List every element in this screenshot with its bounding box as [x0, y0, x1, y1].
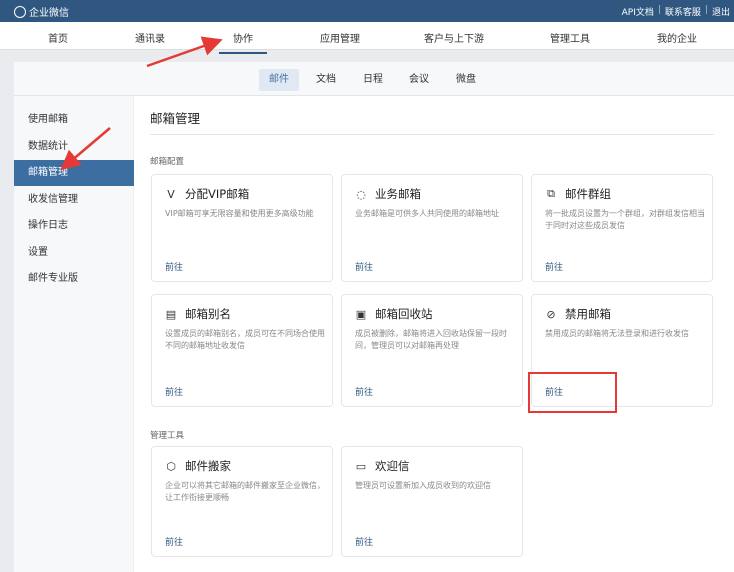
card-description: 禁用成员的邮箱将无法登录和进行收发信 — [545, 329, 689, 338]
feature-card[interactable]: ⊘ 禁用邮箱 禁用成员的邮箱将无法登录和进行收发信 前往 — [531, 294, 713, 407]
go-link[interactable]: 前往 — [165, 385, 183, 398]
section-label: 管理工具 — [150, 431, 185, 441]
tab-mail[interactable]: 邮件 — [259, 69, 299, 91]
feature-card[interactable]: ⬡ 邮件搬家 企业可以将其它邮箱的邮件搬家至企业微信，让工作衔接更顺畅 前往 — [151, 446, 333, 557]
feature-card[interactable]: ▭ 欢迎信 管理员可设置新加入成员收到的欢迎信 前往 — [341, 446, 523, 557]
divider — [150, 134, 714, 135]
nav-tools[interactable]: 管理工具 — [550, 30, 590, 45]
group-icon: ⧉ — [547, 187, 555, 200]
wecom-logo-icon — [14, 5, 26, 18]
tab-docs[interactable]: 文档 — [306, 69, 346, 91]
brand-name: 企业微信 — [29, 8, 69, 19]
go-link[interactable]: 前往 — [545, 385, 563, 398]
nav-contacts[interactable]: 通讯录 — [135, 30, 165, 45]
welcome-icon: ▭ — [355, 459, 367, 473]
go-link[interactable]: 前往 — [165, 260, 183, 273]
main-nav: 首页 通讯录 协作 应用管理 客户与上下游 管理工具 我的企业 — [0, 22, 734, 54]
feature-card[interactable]: ⧉ 邮件群组 将一批成员设置为一个群组，对群组发信相当于同时对这些成员发信 前往 — [531, 174, 713, 282]
sidebar-item-settings[interactable]: 设置 — [14, 240, 134, 266]
go-link[interactable]: 前往 — [355, 385, 373, 398]
card-title: 邮箱别名 — [185, 307, 231, 321]
card-title: 业务邮箱 — [375, 187, 421, 201]
nav-my-company[interactable]: 我的企业 — [657, 30, 697, 45]
card-title: 邮箱回收站 — [375, 307, 433, 321]
go-link[interactable]: 前往 — [545, 260, 563, 273]
logout-link[interactable]: 退出 — [712, 5, 730, 18]
card-description: VIP邮箱可享无限容量和使用更多高级功能 — [165, 209, 314, 218]
logo[interactable]: 企业微信 — [14, 4, 69, 19]
tab-calendar[interactable]: 日程 — [353, 69, 393, 91]
nav-customers[interactable]: 客户与上下游 — [424, 30, 484, 45]
nav-collaboration[interactable]: 协作 — [219, 30, 267, 54]
card-title: 邮件群组 — [565, 187, 611, 201]
sidebar-item-mail-admin[interactable]: 邮箱管理 — [14, 160, 134, 186]
section-label: 邮箱配置 — [150, 157, 185, 167]
go-link[interactable]: 前往 — [355, 535, 373, 548]
vip-icon: V — [167, 187, 175, 201]
sidebar-item-logs[interactable]: 操作日志 — [14, 213, 134, 239]
sidebar-item-stats[interactable]: 数据统计 — [14, 134, 134, 160]
disable-icon: ⊘ — [546, 307, 556, 321]
card-description: 业务邮箱是可供多人共同使用的邮箱地址 — [355, 209, 499, 218]
tab-drive[interactable]: 微盘 — [446, 69, 486, 91]
top-bar: 企业微信 API文档 | 联系客服 | 退出 — [0, 0, 734, 22]
card-description: 企业可以将其它邮箱的邮件搬家至企业微信，让工作衔接更顺畅 — [165, 481, 325, 502]
sidebar-item-send-receive[interactable]: 收发信管理 — [14, 187, 134, 213]
migrate-icon: ⬡ — [166, 459, 176, 473]
nav-home[interactable]: 首页 — [48, 30, 68, 45]
card-description: 设置成员的邮箱别名，成员可在不同场合使用不同的邮箱地址收发信 — [165, 329, 325, 350]
go-link[interactable]: 前往 — [165, 535, 183, 548]
sub-tabs: 邮件 文档 日程 会议 微盘 — [14, 62, 734, 96]
card-title: 邮件搬家 — [185, 459, 231, 473]
alias-icon: ▤ — [165, 307, 177, 321]
page-title: 邮箱管理 — [150, 111, 201, 126]
feature-card[interactable]: V 分配VIP邮箱 VIP邮箱可享无限容量和使用更多高级功能 前往 — [151, 174, 333, 282]
card-description: 将一批成员设置为一个群组，对群组发信相当于同时对这些成员发信 — [545, 209, 705, 230]
nav-apps[interactable]: 应用管理 — [320, 30, 360, 45]
card-title: 分配VIP邮箱 — [185, 187, 250, 201]
support-link[interactable]: 联系客服 — [665, 5, 701, 18]
card-description: 管理员可设置新加入成员收到的欢迎信 — [355, 481, 491, 490]
feature-card[interactable]: ◌ 业务邮箱 业务邮箱是可供多人共同使用的邮箱地址 前往 — [341, 174, 523, 282]
recycle-icon: ▣ — [355, 307, 367, 321]
go-link[interactable]: 前往 — [355, 260, 373, 273]
card-description: 成员被删除，邮箱将进入回收站保留一段时间，管理员可以对邮箱再处理 — [355, 329, 507, 350]
sidebar-item-use-mail[interactable]: 使用邮箱 — [14, 107, 134, 133]
business-mail-icon: ◌ — [356, 187, 366, 201]
tab-meeting[interactable]: 会议 — [399, 69, 439, 91]
card-title: 欢迎信 — [375, 459, 410, 473]
feature-card[interactable]: ▣ 邮箱回收站 成员被删除，邮箱将进入回收站保留一段时间，管理员可以对邮箱再处理 … — [341, 294, 523, 407]
sidebar-item-pro[interactable]: 邮件专业版 — [14, 266, 134, 292]
api-docs-link[interactable]: API文档 — [622, 5, 654, 18]
card-title: 禁用邮箱 — [565, 307, 611, 321]
feature-card[interactable]: ▤ 邮箱别名 设置成员的邮箱别名，成员可在不同场合使用不同的邮箱地址收发信 前往 — [151, 294, 333, 407]
sidebar: 使用邮箱 数据统计 邮箱管理 收发信管理 操作日志 设置 邮件专业版 — [14, 96, 134, 572]
